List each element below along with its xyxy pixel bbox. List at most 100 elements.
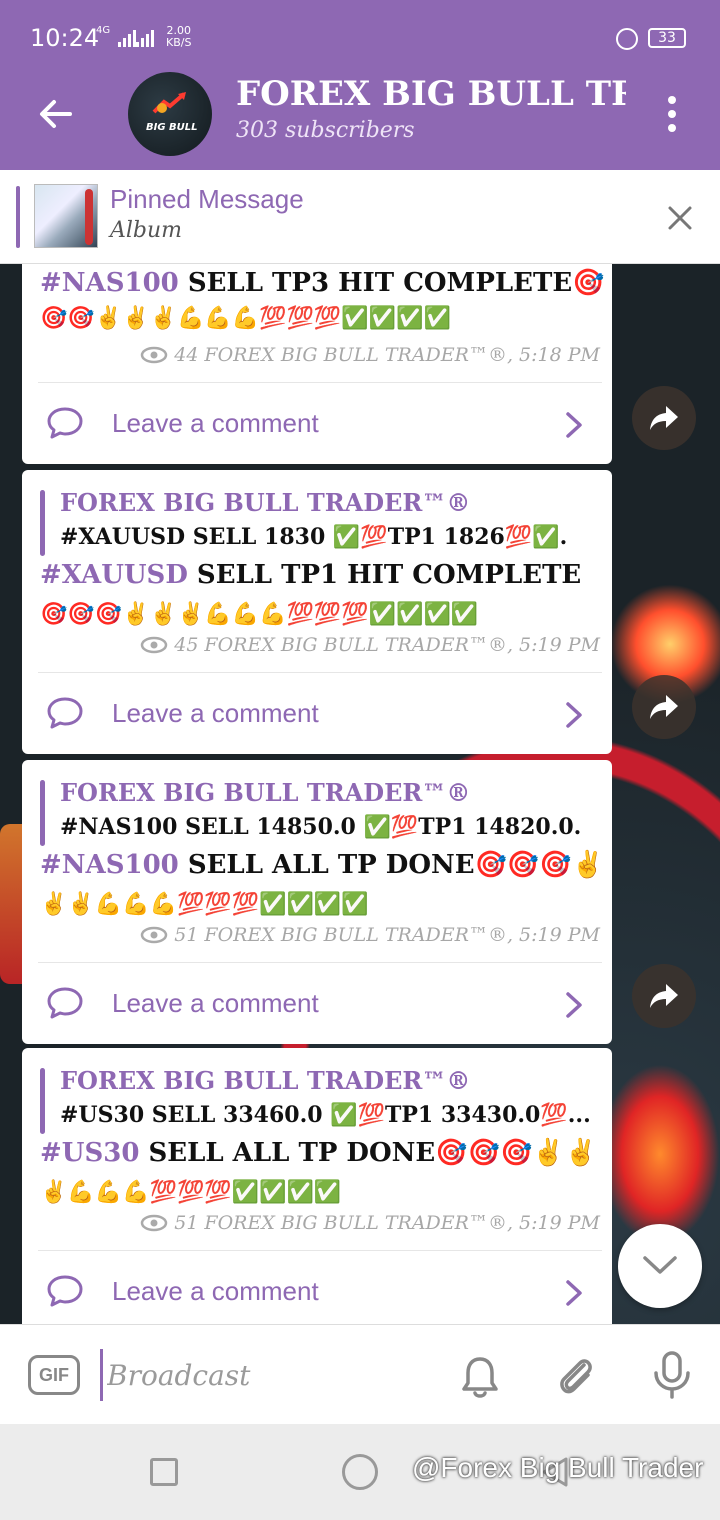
post-result: #XAUUSD SELL TP1 HIT COMPLETE [40, 560, 581, 590]
broadcast-input[interactable] [100, 1349, 420, 1401]
post-hashtag[interactable]: #NAS100 [40, 268, 179, 298]
view-count: 51 [174, 924, 199, 946]
pinned-message-bar[interactable]: Pinned Message Album [0, 170, 720, 264]
eye-icon [140, 636, 168, 654]
channel-header: BIG BULL FOREX BIG BULL TRA 303 subscrib… [0, 70, 720, 170]
gif-button[interactable]: GIF [28, 1355, 80, 1395]
post-hashtag[interactable]: #XAUUSD [40, 560, 188, 590]
back-arrow-icon[interactable] [36, 94, 76, 134]
post-signal: #US30 SELL 33460.0 ✅💯TP1 33430.0💯... [60, 1102, 591, 1128]
comment-bubble-icon [47, 407, 83, 439]
bell-icon[interactable] [458, 1353, 502, 1401]
close-icon[interactable] [664, 202, 696, 234]
pinned-thumbnail [34, 184, 98, 248]
eye-icon [140, 1214, 168, 1232]
more-vert-icon[interactable] [664, 96, 680, 132]
pinned-title: Pinned Message [110, 184, 304, 214]
bull-logo-icon [152, 92, 186, 114]
view-count: 51 [174, 1212, 199, 1234]
post-hashtag[interactable]: #NAS100 [40, 850, 179, 880]
post-signal: #XAUUSD SELL 1830 ✅💯TP1 1826💯✅. [60, 524, 568, 550]
divider [38, 1250, 602, 1251]
view-count: 45 [174, 634, 199, 656]
channel-post: #NAS100 SELL 14880.0 ✅💯TP1 14850.0. #NAS… [22, 264, 612, 464]
share-button[interactable] [632, 386, 696, 450]
share-arrow-icon [650, 695, 678, 719]
leave-comment-button[interactable]: Leave a comment [22, 1252, 612, 1324]
comment-bubble-icon [47, 987, 83, 1019]
post-result-text: SELL ALL TP DONE🎯🎯🎯✌️ [178, 850, 605, 880]
view-count: 44 [174, 344, 199, 366]
chevron-down-icon [643, 1256, 677, 1274]
chevron-right-icon [566, 992, 582, 1018]
network-speed-unit: KB/S [166, 36, 192, 49]
post-author[interactable]: FOREX BIG BULL TRADER™® [60, 488, 470, 517]
chat-area[interactable]: #NAS100 SELL 14880.0 ✅💯TP1 14850.0. #NAS… [0, 264, 720, 1324]
channel-avatar[interactable]: BIG BULL [128, 72, 212, 156]
background-decoration [600, 1064, 720, 1244]
share-button[interactable] [632, 675, 696, 739]
post-result: #NAS100 SELL TP3 HIT COMPLETE🎯 [40, 268, 605, 298]
divider [38, 962, 602, 963]
comment-bubble-icon [47, 1275, 83, 1307]
post-author[interactable]: FOREX BIG BULL TRADER™® [60, 1066, 470, 1095]
post-result-text: SELL TP1 HIT COMPLETE [187, 560, 582, 590]
leave-comment-label: Leave a comment [112, 698, 319, 728]
post-meta: 51 FOREX BIG BULL TRADER™®, 5:19 PM [140, 1212, 600, 1234]
rotation-lock-icon [616, 28, 638, 50]
chevron-right-icon [566, 412, 582, 438]
post-author-time: FOREX BIG BULL TRADER™®, 5:19 PM [204, 924, 600, 946]
battery-icon: 33 [648, 28, 686, 48]
home-button[interactable] [342, 1454, 378, 1490]
network-speed: 2.00 KB/S [166, 25, 191, 49]
author-bar [40, 780, 45, 846]
avatar-logo-text: BIG BULL [146, 122, 198, 133]
post-result: #US30 SELL ALL TP DONE🎯🎯🎯✌️✌️ [40, 1138, 597, 1168]
leave-comment-label: Leave a comment [112, 988, 319, 1018]
clock: 10:24 [30, 24, 100, 52]
channel-title[interactable]: FOREX BIG BULL TRA [236, 74, 626, 114]
channel-post: FOREX BIG BULL TRADER™® #US30 SELL 33460… [22, 1048, 612, 1324]
chevron-right-icon [566, 702, 582, 728]
post-meta: 44 FOREX BIG BULL TRADER™®, 5:18 PM [140, 344, 600, 366]
comment-bubble-icon [47, 697, 83, 729]
share-button[interactable] [632, 964, 696, 1028]
post-hashtag[interactable]: #US30 [40, 1138, 139, 1168]
leave-comment-label: Leave a comment [112, 1276, 319, 1306]
system-nav-bar: @Forex Big Bull Trader [0, 1424, 720, 1520]
paperclip-icon[interactable] [554, 1351, 598, 1399]
eye-icon [140, 346, 168, 364]
post-author[interactable]: FOREX BIG BULL TRADER™® [60, 778, 470, 807]
divider [38, 382, 602, 383]
divider [38, 672, 602, 673]
post-signal: #NAS100 SELL 14850.0 ✅💯TP1 14820.0. [60, 814, 582, 840]
post-author-time: FOREX BIG BULL TRADER™®, 5:19 PM [204, 1212, 600, 1234]
signal-icon-2 [136, 30, 154, 47]
pinned-subtitle: Album [110, 218, 183, 243]
post-result: #NAS100 SELL ALL TP DONE🎯🎯🎯✌️ [40, 850, 604, 880]
recent-apps-button[interactable] [150, 1458, 178, 1486]
post-meta: 51 FOREX BIG BULL TRADER™®, 5:19 PM [140, 924, 600, 946]
share-arrow-icon [650, 406, 678, 430]
post-result-text: SELL ALL TP DONE🎯🎯🎯✌️✌️ [139, 1138, 598, 1168]
post-result-text: SELL TP3 HIT COMPLETE🎯 [178, 268, 605, 298]
leave-comment-button[interactable]: Leave a comment [22, 384, 612, 464]
post-emojis: ✌️✌️💪💪💪💯💯💯✅✅✅✅ [40, 892, 369, 917]
eye-icon [140, 926, 168, 944]
scroll-down-button[interactable] [618, 1224, 702, 1308]
post-author-time: FOREX BIG BULL TRADER™®, 5:19 PM [204, 634, 600, 656]
watermark: @Forex Big Bull Trader [412, 1452, 704, 1483]
share-arrow-icon [650, 984, 678, 1008]
pinned-indicator [16, 186, 20, 248]
chevron-right-icon [566, 1280, 582, 1306]
leave-comment-label: Leave a comment [112, 408, 319, 438]
broadcast-bar: GIF [0, 1324, 720, 1424]
leave-comment-button[interactable]: Leave a comment [22, 964, 612, 1044]
author-bar [40, 490, 45, 556]
microphone-icon[interactable] [650, 1349, 694, 1401]
channel-post: FOREX BIG BULL TRADER™® #XAUUSD SELL 183… [22, 470, 612, 754]
subscriber-count: 303 subscribers [236, 118, 415, 143]
leave-comment-button[interactable]: Leave a comment [22, 674, 612, 754]
post-author-time: FOREX BIG BULL TRADER™®, 5:18 PM [204, 344, 600, 366]
network-type: 4G [96, 25, 111, 36]
